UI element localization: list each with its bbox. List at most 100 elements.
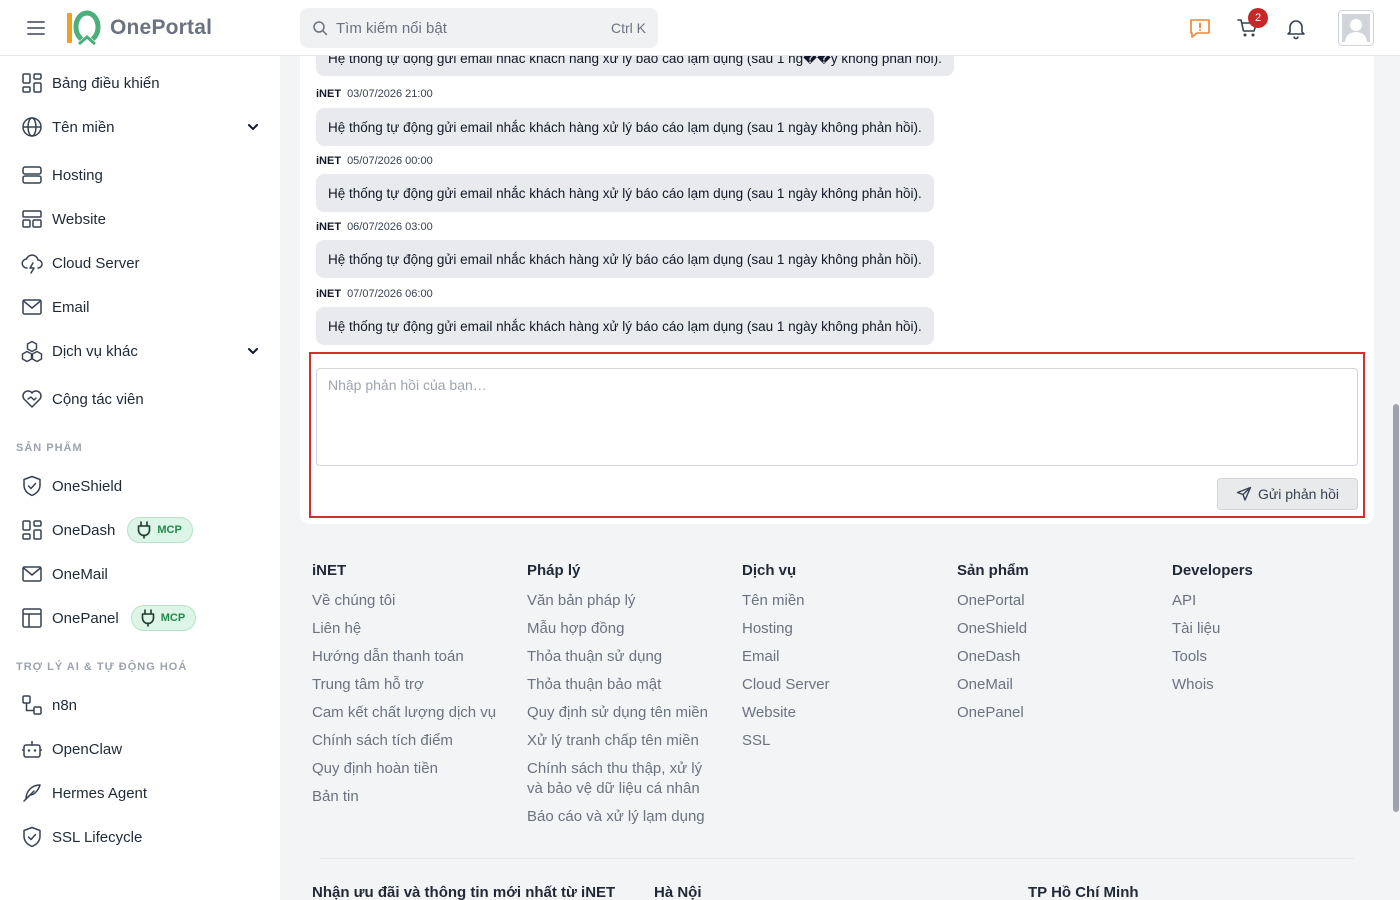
footer-divider <box>320 858 1354 859</box>
sidebar-item-openclaw[interactable]: OpenClaw <box>0 729 280 769</box>
server-icon <box>22 166 42 184</box>
section-title-products: SẢN PHẨM <box>16 442 83 454</box>
sidebar-item-onemail[interactable]: OneMail <box>0 554 280 594</box>
footer-link[interactable]: Cam kết chất lượng dịch vụ <box>312 703 496 723</box>
sidebar-item-label: Cloud Server <box>52 254 140 272</box>
sidebar-item-onedash[interactable]: OneDash MCP <box>0 510 280 550</box>
sidebar-item-label: OpenClaw <box>52 740 123 758</box>
message-time: 06/07/2026 03:00 <box>347 221 433 233</box>
footer-link[interactable]: Xử lý tranh chấp tên miền <box>527 731 699 751</box>
logo-text: OnePortal <box>110 16 213 39</box>
footer-link[interactable]: Hướng dẫn thanh toán <box>312 647 464 667</box>
footer-link[interactable]: OnePortal <box>957 591 1025 611</box>
hamburger-menu-icon[interactable] <box>26 18 48 38</box>
sidebar-item-label: SSL Lifecycle <box>52 828 143 846</box>
cloud-lightning-icon <box>21 254 43 274</box>
footer-link[interactable]: Về chúng tôi <box>312 591 395 611</box>
search-bar[interactable]: Tìm kiếm nổi bật Ctrl K <box>300 8 658 48</box>
footer-link[interactable]: Tools <box>1172 647 1207 667</box>
sidebar-item-label: Dịch vụ khác <box>52 342 138 360</box>
bell-icon[interactable] <box>1284 16 1308 40</box>
sidebar-item-other-services[interactable]: Dịch vụ khác <box>0 331 280 371</box>
sidebar-item-dashboard[interactable]: Bảng điều khiển <box>0 63 280 103</box>
message-bubble: Hệ thống tự động gửi email nhắc khách hà… <box>316 307 934 345</box>
footer-link[interactable]: Email <box>742 647 780 667</box>
user-placeholder-icon <box>1342 14 1370 42</box>
search-placeholder: Tìm kiếm nổi bật <box>336 19 447 37</box>
footer-link[interactable]: Tài liệu <box>1172 619 1220 639</box>
dashboard-icon <box>22 73 42 93</box>
sidebar-item-label: OneMail <box>52 565 108 583</box>
sidebar-item-affiliates[interactable]: Cộng tác viên <box>0 379 280 419</box>
sidebar-item-domains[interactable]: Tên miền <box>0 107 280 147</box>
oneportal-logo[interactable]: OnePortal <box>64 10 212 46</box>
page-scrollbar-thumb[interactable] <box>1393 404 1399 812</box>
message-author: iNET <box>316 221 342 233</box>
sidebar-item-label: Hermes Agent <box>52 784 148 802</box>
footer-col-title: Sản phẩm <box>957 562 1029 579</box>
sidebar-item-onepanel[interactable]: OnePanel MCP <box>0 598 280 638</box>
newsletter-title: Nhận ưu đãi và thông tin mới nhất từ iNE… <box>312 884 616 900</box>
plug-icon <box>141 609 155 627</box>
section-title-ai: TRỢ LÝ AI & TỰ ĐỘNG HOÁ <box>16 661 188 673</box>
footer-link[interactable]: Trung tâm hỗ trợ <box>312 675 424 695</box>
footer-link[interactable]: Quy định hoàn tiền <box>312 759 438 779</box>
footer-link[interactable]: OneMail <box>957 675 1013 695</box>
footer-link[interactable]: Báo cáo và xử lý lạm dụng <box>527 807 705 827</box>
footer-link[interactable]: Chính sách thu thập, xử lý và bảo vệ dữ … <box>527 759 717 799</box>
message-time: 07/07/2026 06:00 <box>347 288 433 300</box>
footer-link[interactable]: Bản tin <box>312 787 359 807</box>
message-author: iNET <box>316 288 342 300</box>
logo-mark-icon <box>67 10 101 46</box>
footer-link[interactable]: Website <box>742 703 796 723</box>
sidebar-item-n8n[interactable]: n8n <box>0 685 280 725</box>
footer-link[interactable]: Quy định sử dụng tên miền <box>527 703 708 723</box>
footer-link[interactable]: Hosting <box>742 619 793 639</box>
user-avatar[interactable] <box>1338 10 1374 46</box>
message-author: iNET <box>316 88 342 100</box>
top-header: OnePortal Tìm kiếm nổi bật Ctrl K 2 <box>0 0 1400 56</box>
footer-link[interactable]: SSL <box>742 731 770 751</box>
sidebar-item-hermes-agent[interactable]: Hermes Agent <box>0 773 280 813</box>
sidebar-item-label: OneShield <box>52 477 123 495</box>
panel-icon <box>22 608 42 628</box>
sidebar-item-email[interactable]: Email <box>0 287 280 327</box>
footer-link[interactable]: Mẫu hợp đồng <box>527 619 624 639</box>
footer-link[interactable]: API <box>1172 591 1196 611</box>
footer-link[interactable]: Cloud Server <box>742 675 830 695</box>
shield-check-icon <box>23 826 41 848</box>
sidebar-item-label: Email <box>52 298 90 316</box>
sidebar-item-ssl-lifecycle[interactable]: SSL Lifecycle <box>0 817 280 857</box>
sidebar-item-cloud-server[interactable]: Cloud Server <box>0 243 280 283</box>
sidebar-item-label: n8n <box>52 696 78 714</box>
sidebar-item-label: Website <box>52 210 106 228</box>
sidebar-item-label: OnePanel <box>52 609 119 627</box>
sidebar-item-website[interactable]: Website <box>0 199 280 239</box>
footer-link[interactable]: Liên hệ <box>312 619 361 639</box>
footer-col-title: Pháp lý <box>527 562 581 579</box>
sidebar-item-label: Cộng tác viên <box>52 390 144 408</box>
footer-link[interactable]: Chính sách tích điểm <box>312 731 453 751</box>
footer-link[interactable]: OneShield <box>957 619 1027 639</box>
cart-count-badge: 2 <box>1248 8 1268 28</box>
search-icon <box>313 21 328 36</box>
footer-col-title: Developers <box>1172 562 1253 579</box>
sidebar-item-label: Bảng điều khiển <box>52 74 160 92</box>
mail-icon <box>22 299 42 315</box>
reply-textarea[interactable] <box>316 368 1358 466</box>
send-reply-button[interactable]: Gửi phản hồi <box>1217 478 1358 510</box>
feedback-notice-icon[interactable] <box>1188 16 1212 40</box>
sidebar-item-hosting[interactable]: Hosting <box>0 155 280 195</box>
footer-link[interactable]: Thỏa thuận sử dụng <box>527 647 662 667</box>
message-bubble: Hệ thống tự động gửi email nhắc khách hà… <box>316 108 934 146</box>
footer-link[interactable]: OneDash <box>957 647 1020 667</box>
office-hcm-title: TP Hồ Chí Minh <box>1028 884 1139 900</box>
sidebar-item-oneshield[interactable]: OneShield <box>0 466 280 506</box>
footer-link[interactable]: OnePanel <box>957 703 1024 723</box>
footer-link[interactable]: Whois <box>1172 675 1214 695</box>
sidebar-item-label: OneDash <box>52 521 116 539</box>
message-time: 03/07/2026 21:00 <box>347 88 433 100</box>
footer-link[interactable]: Văn bản pháp lý <box>527 591 635 611</box>
footer-link[interactable]: Thỏa thuận bảo mật <box>527 675 661 695</box>
footer-link[interactable]: Tên miền <box>742 591 805 611</box>
